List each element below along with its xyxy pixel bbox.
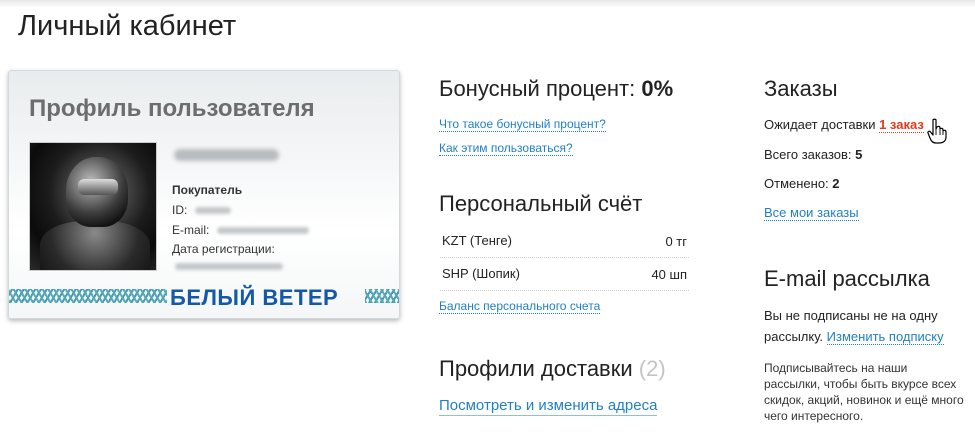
- account-amount: 40 шп: [651, 267, 687, 282]
- bonus-title: Бонусный процент:: [439, 76, 636, 101]
- orders-awaiting-link[interactable]: 1 заказ: [879, 117, 924, 133]
- account-balance-link[interactable]: Баланс персонального счета: [439, 299, 601, 314]
- bonus-how-link[interactable]: Как этим пользоваться?: [439, 141, 573, 156]
- brand-pattern-left: [9, 289, 167, 303]
- orders-title: Заказы: [764, 76, 838, 101]
- account-currency: SHP (Шопик): [442, 266, 520, 281]
- orders-total: Всего заказов: 5: [764, 147, 862, 162]
- orders-cancelled-value: 2: [832, 176, 840, 191]
- delivery-title: Профили доставки: [439, 356, 633, 381]
- orders-cancelled: Отменено: 2: [764, 176, 840, 191]
- bonus-value: 0%: [641, 76, 674, 101]
- brand-pattern-right: [365, 289, 399, 303]
- user-id-label: ID:: [172, 203, 188, 217]
- account-row: KZT (Тенге) 0 тг: [440, 226, 689, 258]
- newsletter-title: E-mail рассылка: [764, 266, 930, 291]
- avatar: [29, 142, 157, 271]
- page-title: Личный кабинет: [18, 10, 237, 42]
- avatar-body-shape: [40, 221, 150, 270]
- registration-date-blurred: [175, 263, 283, 270]
- newsletter-promo-text: Подписывайтесь на наши рассылки, чтобы б…: [764, 361, 964, 423]
- account-title: Персональный счёт: [439, 191, 643, 216]
- profile-card: Профиль пользователя Покупатель ID: E-ma…: [8, 70, 400, 319]
- hand-cursor-icon: [927, 118, 947, 144]
- bonus-what-link[interactable]: Что такое бонусный процент?: [439, 117, 606, 132]
- delivery-heading: Профили доставки (2): [439, 356, 666, 382]
- newsletter-status: Вы не подписаны не на одну рассылку. Изм…: [764, 305, 969, 347]
- newsletter-change-link[interactable]: Изменить подписку: [826, 329, 944, 345]
- brand-logo: БЕЛЫЙ ВЕТЕР: [9, 285, 399, 310]
- orders-all-link[interactable]: Все мои заказы: [764, 205, 859, 221]
- brand-logo-text: БЕЛЫЙ ВЕТЕР: [170, 285, 339, 310]
- delivery-edit-link[interactable]: Посмотреть и изменить адреса: [439, 397, 658, 416]
- account-amount: 0 тг: [665, 234, 687, 249]
- orders-awaiting-label: Ожидает доставки: [764, 117, 876, 132]
- profile-card-title: Профиль пользователя: [29, 95, 315, 122]
- user-email-label: E-mail:: [172, 223, 210, 237]
- delivery-count: (2): [638, 356, 666, 381]
- bonus-heading: Бонусный процент: 0%: [439, 76, 673, 102]
- avatar-visor-shape: [78, 179, 118, 195]
- account-row: SHP (Шопик) 40 шп: [440, 259, 689, 291]
- user-role: Покупатель: [172, 183, 243, 197]
- orders-cancelled-label: Отменено:: [764, 176, 829, 191]
- top-shade: [0, 0, 975, 8]
- orders-total-value: 5: [855, 147, 863, 162]
- user-name-blurred: [174, 149, 279, 161]
- account-currency: KZT (Тенге): [442, 233, 512, 248]
- user-id-blurred: [195, 207, 231, 214]
- orders-awaiting: Ожидает доставки 1 заказ: [764, 117, 924, 133]
- user-email-blurred: [217, 227, 309, 234]
- registration-date-label: Дата регистрации:: [172, 242, 275, 256]
- orders-total-label: Всего заказов:: [764, 147, 852, 162]
